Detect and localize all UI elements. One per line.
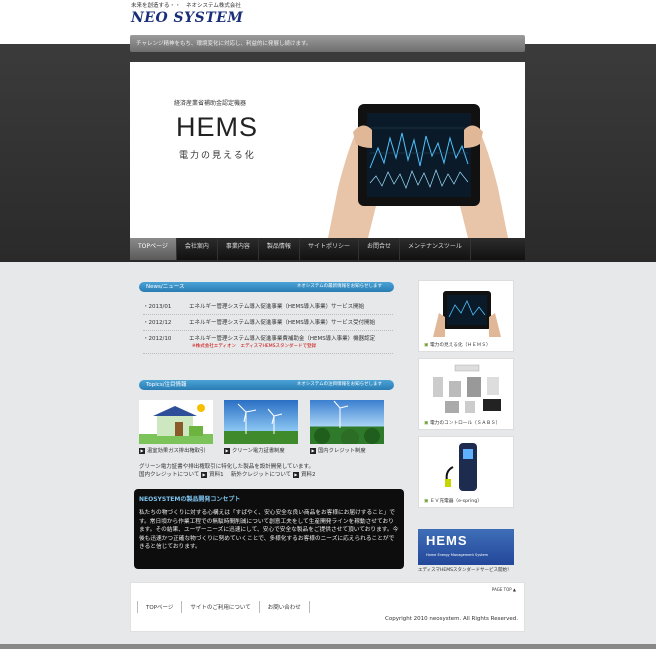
nav-item-products[interactable]: 製品情報 [259, 238, 300, 260]
hems-banner-sub: Home Energy Management System [426, 553, 489, 557]
news-title: News/ニュース [146, 284, 185, 290]
copyright: Copyright 2010 neosystem. All Rights Res… [385, 616, 518, 622]
news-text[interactable]: エネルギー管理システム導入促進事業（HEMS導入事業）サービス受付開始 [189, 320, 375, 326]
news-item[interactable]: ・2013/01 エネルギー管理システム導入促進事業（HEMS導入事業）サービス開… [143, 302, 393, 315]
news-date: ・2012/12 [143, 320, 172, 326]
footer: PAGE TOP ▲ TOPページ サイトのご利用について お問い合わせ Cop… [130, 582, 525, 632]
topics-desc-text: グリーン電力証書や排出権取引に特化した製品を設計開発しています。 [139, 464, 315, 470]
topics-title: Topics/注目情報 [146, 382, 187, 388]
hems-banner[interactable]: HEMS Home Energy Management System [418, 529, 514, 565]
news-text[interactable]: エネルギー管理システム導入促進事業（HEMS導入事業）サービス開始 [189, 304, 364, 310]
topics-header: Topics/注目情報 ネオシステムの注目情報をお知らせします [139, 380, 394, 390]
solar-house-image [139, 400, 213, 444]
tablet-thumbnail [425, 285, 509, 337]
appliances-thumbnail [425, 363, 509, 415]
hero-banner: 経済産業省補助金認定機器 HEMS 電力の見える化 [130, 62, 525, 238]
concept-heading: NEOSYSTEMの製品開発コンセプト [139, 496, 241, 503]
topics-description: グリーン電力証書や排出権取引に特化した製品を設計開発しています。 国内クレジット… [139, 463, 315, 479]
link-doc-2[interactable]: 資料2 [301, 472, 316, 478]
links-prefix: 国内クレジットについて [139, 472, 200, 478]
footer-link-contact[interactable]: お問い合わせ [258, 601, 310, 613]
topic-card[interactable]: ▶ クリーン電力証書制度 [224, 400, 298, 454]
topic-card[interactable]: ▶ 温室効果ガス排出権取引 [139, 400, 213, 454]
nav-item-contact[interactable]: お問合せ [359, 238, 400, 260]
news-header: News/ニュース ネオシステムの最新情報をお知らせします [139, 282, 394, 292]
hems-banner-caption[interactable]: エディスマHEMSスタンダードサービス開始！ [418, 567, 512, 573]
leaf-icon: ▣ [424, 343, 429, 348]
news-text[interactable]: エネルギー管理システム導入促進事業費補助金（HEMS導入事業）機器認定 [189, 336, 375, 342]
footer-links: TOPページ サイトのご利用について お問い合わせ [137, 601, 310, 613]
nav-item-top[interactable]: TOPページ [130, 238, 177, 260]
link-doc-1[interactable]: 資料1 [209, 472, 224, 478]
arrow-icon: ▶ [292, 471, 299, 478]
forest-wind-image [310, 400, 384, 444]
footer-link-top[interactable]: TOPページ [137, 601, 183, 613]
hems-banner-title: HEMS [426, 533, 468, 548]
nav-item-company[interactable]: 会社案内 [177, 238, 218, 260]
wind-turbine-image [224, 400, 298, 444]
nav-item-business[interactable]: 事業内容 [218, 238, 259, 260]
topic-label[interactable]: 温室効果ガス排出権取引 [147, 448, 205, 454]
arrow-icon: ▶ [201, 471, 208, 478]
topics-header-note: ネオシステムの注目情報をお知らせします [296, 382, 382, 387]
sidebar-card-hems[interactable]: ▣ 電力の見える化（ＨＥＭＳ） [418, 280, 514, 352]
footer-link-terms[interactable]: サイトのご利用について [181, 601, 260, 613]
news-note: ※株式会社エディオン エディスマHEMSスタンダードで登録 [192, 344, 316, 349]
sidebar-card-label[interactable]: 電力のコントロール（ＳＡＢＳ） [430, 421, 500, 426]
hero-subtitle: 電力の見える化 [179, 151, 256, 161]
topic-label[interactable]: クリーン電力証書制度 [232, 448, 285, 454]
sidebar-card-sabs[interactable]: ▣ 電力のコントロール（ＳＡＢＳ） [418, 358, 514, 430]
divider [143, 353, 393, 354]
concept-box: NEOSYSTEMの製品開発コンセプト 私たちの物づくりに対する心構えは「すばや… [134, 489, 404, 569]
tagline: 未来を創造する・・ ネオシステム株式会社 [131, 3, 241, 9]
arrow-icon: ▶ [139, 447, 145, 454]
arrow-icon: ▶ [224, 447, 230, 454]
sidebar-card-label[interactable]: ＥＶ充電器（e-spring） [430, 499, 482, 504]
ev-charger-thumbnail [425, 441, 509, 493]
nav-item-maintenance[interactable]: メンテナンスツール [400, 238, 471, 260]
site-logo[interactable]: NEO SYSTEM [131, 10, 243, 26]
topic-card[interactable]: ▶ 国内クレジット制度 [310, 400, 384, 454]
sidebar-card-label[interactable]: 電力の見える化（ＨＥＭＳ） [430, 343, 491, 348]
sidebar-card-ev[interactable]: ▣ ＥＶ充電器（e-spring） [418, 436, 514, 508]
news-date: ・2012/10 [143, 336, 172, 342]
hero-title: HEMS [176, 112, 259, 142]
global-nav: TOPページ 会社案内 事業内容 製品情報 サイトポリシー お問合せ メンテナン… [130, 238, 525, 260]
news-item[interactable]: ・2012/12 エネルギー管理システム導入促進事業（HEMS導入事業）サービス受… [143, 318, 393, 331]
topic-label[interactable]: 国内クレジット制度 [318, 448, 366, 454]
leaf-icon: ▣ [424, 421, 429, 426]
nav-item-site-policy[interactable]: サイトポリシー [300, 238, 359, 260]
slogan-bar: チャレンジ精神をもち、環境変化に対応し、利益的に発展し続けます。 [130, 35, 525, 52]
page-top-link[interactable]: PAGE TOP ▲ [492, 587, 516, 592]
arrow-icon: ▶ [310, 447, 316, 454]
news-date: ・2013/01 [143, 304, 172, 310]
concept-body: 私たちの物づくりに対する心構えは「すばやく、安心安全な良い商品をお客様にお届けす… [139, 510, 399, 550]
hero-caption: 経済産業省補助金認定機器 [174, 100, 247, 107]
leaf-icon: ▣ [424, 499, 429, 504]
tablet-hands-image [328, 104, 508, 238]
news-header-note: ネオシステムの最新情報をお知らせします [296, 284, 382, 289]
bottom-strip [0, 644, 656, 649]
links-mid: 新外クレジットについて [225, 472, 292, 478]
